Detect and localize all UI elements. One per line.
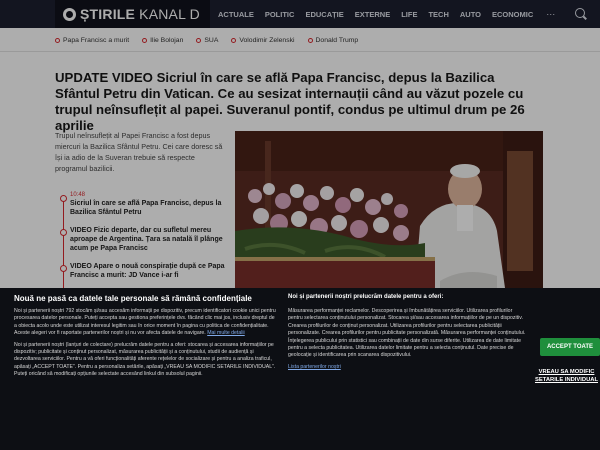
consent-paragraph-2: Noi și partenerii noștri (lanțuri de col… bbox=[14, 341, 276, 378]
cookie-consent-banner: Nouă ne pasă ca datele tale personale să… bbox=[0, 288, 600, 450]
consent-details-link[interactable]: Mai multe detalii bbox=[207, 330, 244, 336]
consent-title: Nouă ne pasă ca datele tale personale să… bbox=[14, 294, 252, 303]
consent-purposes-text: Măsurarea performanței reclamelor. Desco… bbox=[288, 308, 526, 359]
accept-all-button[interactable]: ACCEPT TOATE bbox=[540, 338, 600, 356]
manage-settings-button[interactable]: VREAU SA MODIFIC SETARILE INDIVIDUAL bbox=[533, 369, 600, 384]
consent-paragraph: Noi și partenerii noștri 792 stocăm și/s… bbox=[14, 308, 276, 337]
consent-purposes-title: Noi și partenerii noștri prelucrăm datel… bbox=[288, 294, 444, 300]
page-dim-overlay bbox=[0, 0, 600, 288]
partners-list-link[interactable]: Lista partenerilor noștri bbox=[288, 364, 341, 370]
